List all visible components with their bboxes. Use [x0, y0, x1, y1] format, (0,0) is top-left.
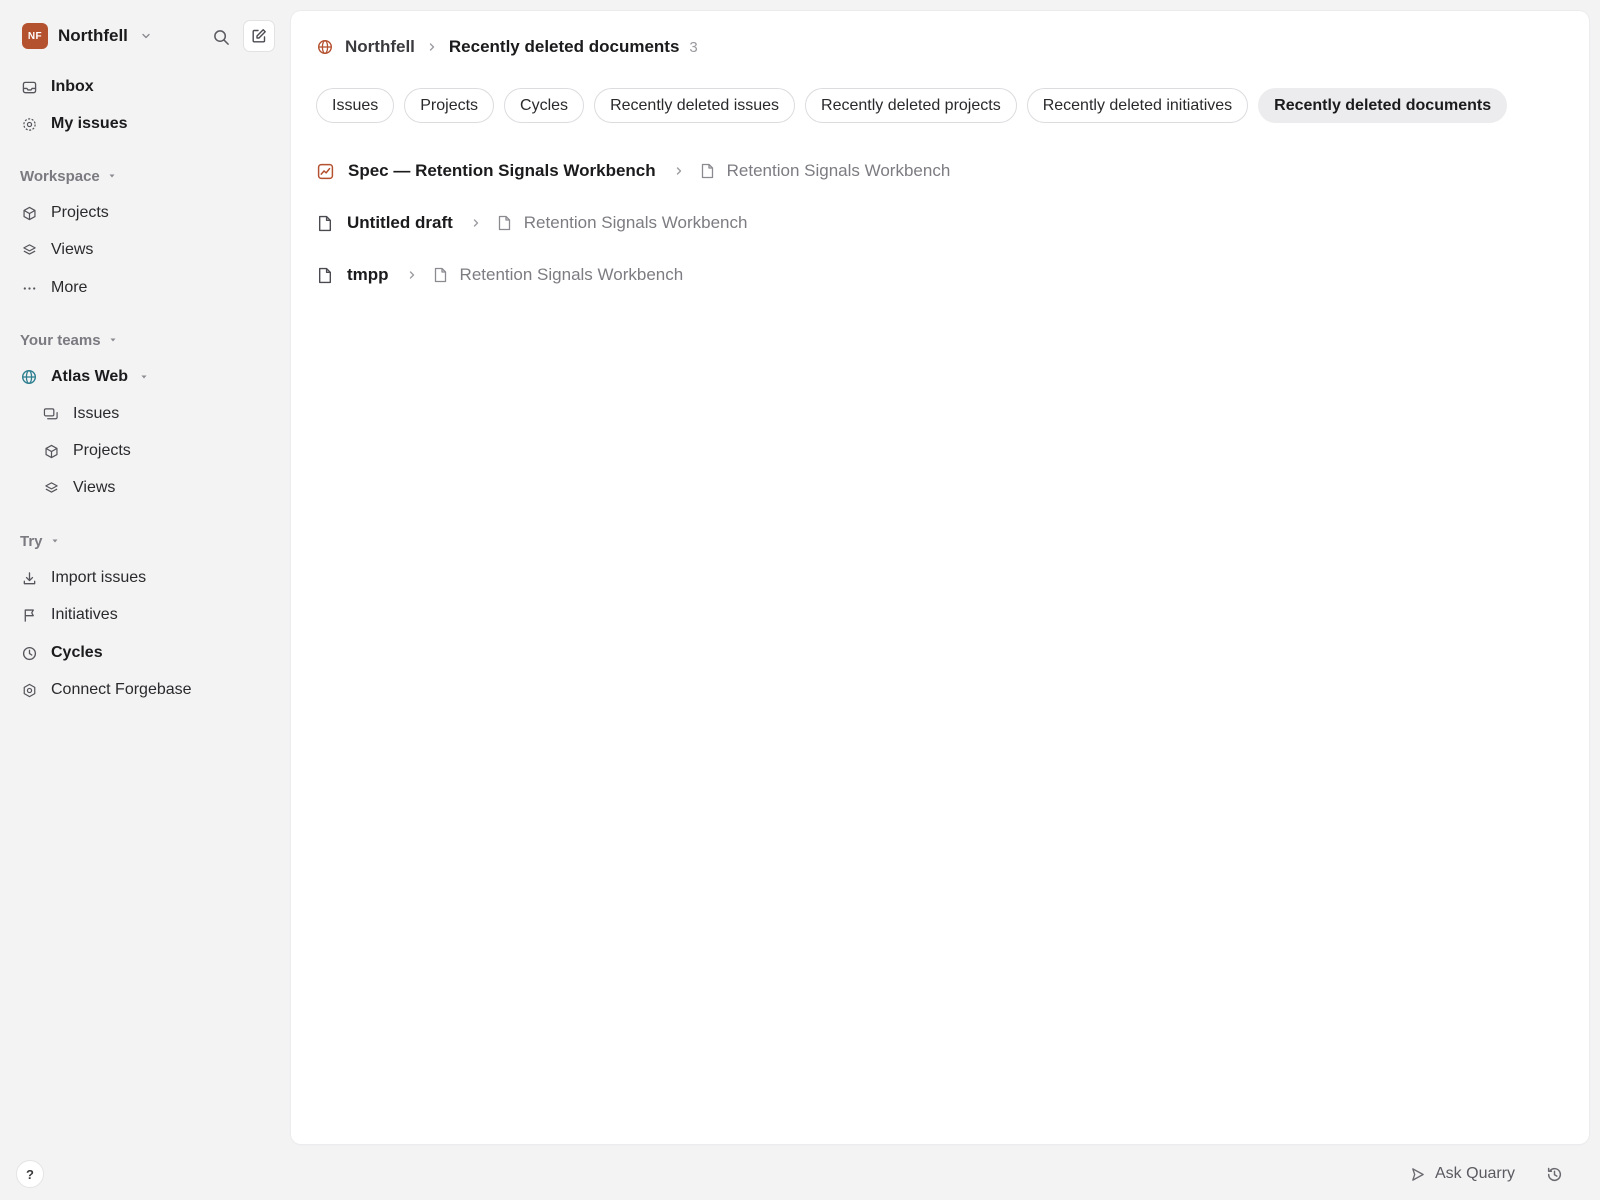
sidebar-item-label: Inbox [51, 78, 94, 95]
section-try[interactable]: Try [20, 530, 59, 552]
chart-document-icon [317, 163, 334, 180]
history-icon[interactable] [1542, 1162, 1566, 1186]
list-item[interactable]: Spec — Retention Signals Workbench Reten… [317, 156, 950, 186]
sidebar-item-label: Import issues [51, 569, 147, 586]
sidebar-team-atlas-web[interactable]: Atlas Web [21, 362, 148, 392]
list-item[interactable]: Untitled draft Retention Signals Workben… [317, 208, 747, 238]
section-workspace[interactable]: Workspace [20, 165, 116, 187]
document-title: tmpp [347, 265, 389, 284]
document-parent[interactable]: Retention Signals Workbench [524, 213, 748, 233]
globe-icon [21, 369, 37, 385]
sidebar-team-item-issues[interactable]: Issues [43, 399, 119, 429]
document-icon [700, 163, 715, 179]
compose-button[interactable] [243, 20, 275, 52]
sidebar-item-import-issues[interactable]: Import issues [21, 563, 146, 593]
chevron-down-icon [140, 30, 152, 42]
section-label: Try [20, 532, 43, 550]
list-item[interactable]: tmpp Retention Signals Workbench [317, 260, 683, 290]
item-count: 3 [689, 38, 698, 56]
tab-cycles[interactable]: Cycles [504, 88, 585, 123]
caret-down-icon [140, 373, 148, 381]
layers-icon [43, 480, 59, 496]
layers-icon [21, 242, 37, 258]
ask-quarry-label: Ask Quarry [1435, 1165, 1516, 1182]
sidebar-item-label: Projects [51, 204, 109, 221]
download-icon [21, 570, 37, 586]
chevron-right-icon [427, 42, 437, 52]
sidebar-item-my-issues[interactable]: My issues [21, 109, 127, 139]
page-title: Recently deleted documents [448, 37, 680, 56]
document-parent[interactable]: Retention Signals Workbench [727, 161, 951, 181]
sidebar-item-label: My issues [51, 115, 128, 132]
tab-projects[interactable]: Projects [404, 88, 495, 123]
clock-icon [21, 645, 37, 661]
sidebar: NF Northfell Inbox My issues Workspace P… [0, 0, 290, 1200]
sidebar-item-label: More [51, 279, 88, 296]
issues-icon [43, 406, 59, 422]
compose-icon [251, 28, 267, 44]
document-icon [317, 267, 333, 284]
document-icon [317, 215, 333, 232]
sidebar-item-label: Cycles [51, 644, 103, 661]
hexagon-icon [21, 682, 37, 698]
breadcrumb-root[interactable]: Northfell [345, 37, 415, 57]
caret-down-icon [51, 537, 59, 545]
document-icon [497, 215, 512, 231]
send-icon [1410, 1167, 1425, 1182]
workspace-name: Northfell [58, 26, 128, 45]
document-title: Untitled draft [347, 213, 453, 232]
document-parent[interactable]: Retention Signals Workbench [460, 265, 684, 285]
workspace-avatar: NF [22, 23, 48, 49]
document-icon [433, 267, 448, 283]
sidebar-team-item-projects[interactable]: Projects [43, 436, 131, 466]
more-dots-icon [21, 280, 37, 296]
sidebar-item-more[interactable]: More [21, 273, 87, 303]
sidebar-item-label: Views [51, 241, 94, 258]
inbox-icon [21, 79, 37, 95]
sidebar-item-initiatives[interactable]: Initiatives [21, 600, 118, 630]
section-label: Workspace [20, 167, 100, 185]
sidebar-item-label: Views [73, 479, 116, 496]
sidebar-item-views[interactable]: Views [21, 235, 93, 265]
breadcrumb: Northfell Recently deleted documents 3 [317, 31, 698, 63]
chevron-right-icon [407, 270, 417, 280]
tab-recently-deleted-projects[interactable]: Recently deleted projects [805, 88, 1017, 123]
sidebar-item-label: Projects [73, 442, 131, 459]
globe-icon [317, 39, 333, 55]
document-title: Spec — Retention Signals Workbench [348, 161, 656, 180]
main-panel: Northfell Recently deleted documents 3 I… [291, 11, 1589, 1144]
sidebar-item-cycles[interactable]: Cycles [21, 638, 103, 668]
tab-recently-deleted-documents[interactable]: Recently deleted documents [1258, 88, 1508, 123]
search-icon[interactable] [208, 24, 234, 50]
tab-issues[interactable]: Issues [316, 88, 395, 123]
sidebar-item-inbox[interactable]: Inbox [21, 72, 94, 102]
sidebar-item-label: Connect Forgebase [51, 681, 192, 698]
sidebar-item-connect-forgebase[interactable]: Connect Forgebase [21, 675, 192, 705]
cube-icon [21, 205, 37, 221]
sidebar-item-label: Initiatives [51, 606, 118, 623]
tab-recently-deleted-initiatives[interactable]: Recently deleted initiatives [1026, 88, 1249, 123]
sidebar-item-projects[interactable]: Projects [21, 198, 109, 228]
tab-recently-deleted-issues[interactable]: Recently deleted issues [594, 88, 796, 123]
caret-down-icon [108, 172, 116, 180]
ask-quarry-button[interactable]: Ask Quarry [1410, 1160, 1515, 1188]
sidebar-item-label: Issues [73, 405, 120, 422]
team-name: Atlas Web [51, 368, 129, 385]
target-icon [21, 116, 37, 132]
chevron-right-icon [674, 166, 684, 176]
sidebar-team-item-views[interactable]: Views [43, 473, 115, 503]
cube-icon [43, 443, 59, 459]
caret-down-icon [109, 336, 117, 344]
section-label: Your teams [20, 331, 101, 349]
flag-icon [21, 607, 37, 623]
view-tabs: Issues Projects Cycles Recently deleted … [316, 88, 1508, 124]
help-button[interactable]: ? [16, 1160, 44, 1188]
section-your-teams[interactable]: Your teams [20, 329, 117, 351]
chevron-right-icon [471, 218, 481, 228]
workspace-switcher[interactable]: NF Northfell [22, 22, 152, 50]
